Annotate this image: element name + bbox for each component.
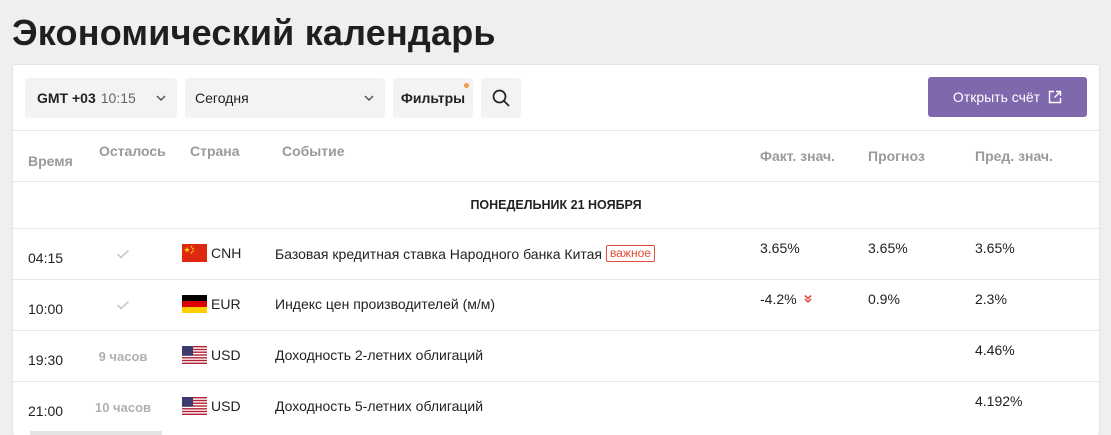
chevron-down-icon (156, 95, 166, 102)
cn-flag-icon (182, 244, 207, 262)
event-time: 04:15 (28, 250, 64, 266)
checkmark-icon (116, 300, 130, 310)
event-actual-cell: -4.2% (760, 291, 813, 307)
event-actual: -4.2% (760, 291, 797, 307)
column-event: Событие (282, 143, 345, 159)
column-actual: Факт. знач. (760, 148, 836, 164)
event-title: Индекс цен производителей (м/м) (275, 296, 495, 312)
event-actual: 3.65% (760, 240, 800, 256)
table-header: Время Осталось Страна Событие Факт. знач… (13, 131, 1099, 182)
event-previous: 4.192% (975, 393, 1023, 409)
column-country: Страна (190, 143, 240, 159)
timezone-select[interactable]: GMT +03 10:15 (25, 78, 177, 118)
event-time: 19:30 (28, 352, 64, 368)
column-time: Время (28, 153, 73, 169)
importance-badge: важное (606, 245, 655, 262)
event-forecast: 0.9% (868, 291, 900, 307)
event-remaining (87, 298, 159, 313)
timezone-label: GMT +03 (37, 90, 96, 106)
date-header: ПОНЕДЕЛЬНИК 21 НОЯБРЯ (13, 182, 1099, 229)
event-name: Доходность 2-летних облигаций (275, 347, 484, 363)
event-title: Доходность 2-летних облигаций (275, 347, 483, 363)
column-forecast: Прогноз (868, 148, 925, 164)
filters-indicator-dot (464, 83, 469, 88)
column-remaining: Осталось (99, 143, 166, 159)
column-previous: Пред. знач. (975, 148, 1053, 164)
event-title: Базовая кредитная ставка Народного банка… (275, 245, 655, 262)
timezone-time: 10:15 (100, 90, 136, 106)
trend-down-icon (804, 294, 812, 304)
de-flag-icon (182, 295, 207, 313)
horizontal-scrollbar[interactable] (30, 431, 162, 435)
event-title: Доходность 5-летних облигаций (275, 398, 483, 414)
filters-label: Фильтры (400, 90, 466, 106)
table-row[interactable]: 04:15 CNH Базовая кредитная ставка Народ… (13, 229, 1099, 280)
external-link-icon (1048, 90, 1062, 104)
event-previous: 4.46% (975, 342, 1015, 358)
toolbar: GMT +03 10:15 Сегодня Фильтры Открыть сч… (13, 65, 1099, 131)
events-list: 04:15 CNH Базовая кредитная ставка Народ… (13, 229, 1099, 433)
us-flag-icon (182, 346, 207, 364)
page-title: Экономический календарь (12, 12, 496, 53)
open-account-label: Открыть счёт (952, 89, 1041, 105)
calendar-card: GMT +03 10:15 Сегодня Фильтры Открыть сч… (12, 64, 1100, 435)
event-remaining: 10 часов (94, 400, 151, 415)
chevron-down-icon (364, 95, 374, 102)
event-previous: 3.65% (975, 240, 1015, 256)
day-select-value: Сегодня (195, 90, 249, 106)
event-currency: USD (211, 347, 241, 363)
event-currency: USD (211, 398, 241, 414)
event-time: 10:00 (28, 301, 64, 317)
event-currency: EUR (211, 296, 241, 312)
event-name: Базовая кредитная ставка Народного банка… (275, 245, 603, 262)
event-previous: 2.3% (975, 291, 1007, 307)
event-remaining (87, 247, 159, 262)
table-row[interactable]: 21:00 10 часов USD Доходность 5-летних о… (13, 382, 1099, 433)
event-remaining: 9 часов (98, 349, 148, 364)
filters-button[interactable]: Фильтры (393, 78, 473, 118)
day-select[interactable]: Сегодня (185, 78, 385, 118)
us-flag-icon (182, 397, 207, 415)
table-row[interactable]: 19:30 9 часов USD Доходность 2-летних об… (13, 331, 1099, 382)
table-row[interactable]: 10:00 EUR Индекс цен производителей (м/м… (13, 280, 1099, 331)
open-account-button[interactable]: Открыть счёт (928, 77, 1087, 117)
checkmark-icon (116, 249, 130, 259)
event-name: Индекс цен производителей (м/м) (275, 296, 496, 312)
event-currency: CNH (211, 245, 242, 261)
event-time: 21:00 (28, 403, 64, 419)
search-icon (492, 89, 510, 107)
event-name: Доходность 5-летних облигаций (275, 398, 484, 414)
event-forecast: 3.65% (868, 240, 908, 256)
search-button[interactable] (481, 78, 521, 118)
